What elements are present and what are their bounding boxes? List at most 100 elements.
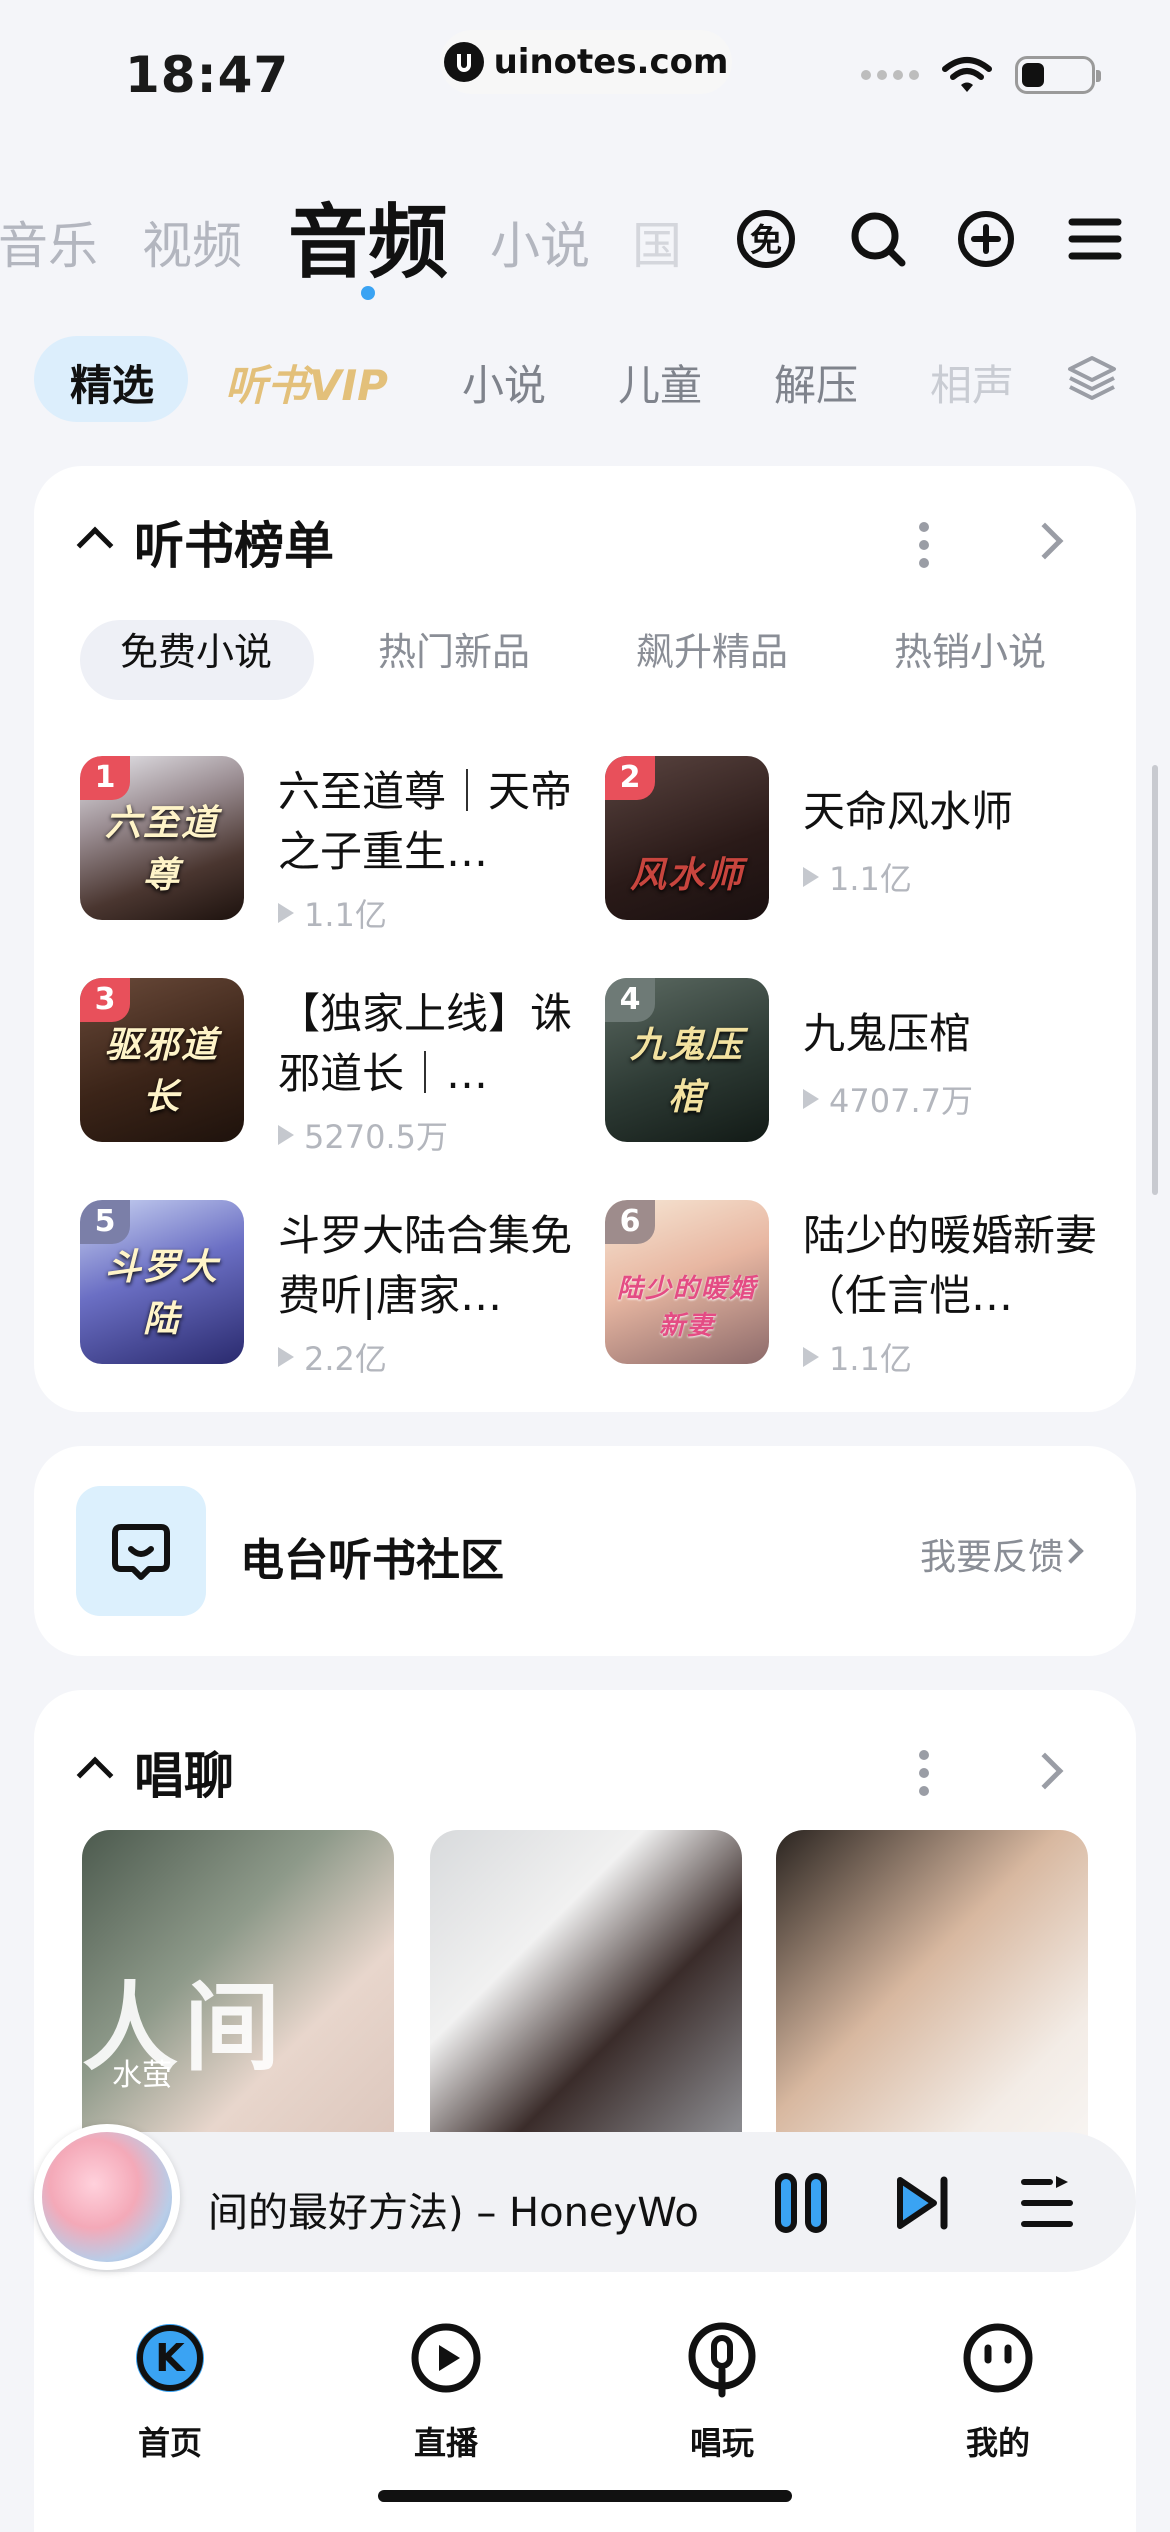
play-count: 4707.7万 xyxy=(803,1076,973,1122)
tab-partial[interactable]: 国 xyxy=(632,206,682,278)
list-item[interactable]: 风水师 2 天命风水师 1.1亿 xyxy=(605,756,1125,926)
rank-tab-free[interactable]: 免费小说 xyxy=(120,621,272,676)
photo-subtext: 水萤 xyxy=(112,2058,172,2093)
cover-image: 斗罗大陆 5 xyxy=(80,1200,244,1364)
list-item[interactable]: 六至道尊 1 六至道尊｜天帝之子重生… 1.1亿 xyxy=(80,756,600,934)
play-icon xyxy=(278,903,294,923)
svg-text:免: 免 xyxy=(750,221,782,259)
menu-icon[interactable] xyxy=(1064,208,1126,270)
tab-audio[interactable]: 音频 xyxy=(288,178,448,294)
bottom-tab-label: 唱玩 xyxy=(689,2424,754,2462)
list-item[interactable]: 陆少的暖婚新妻 6 陆少的暖婚新妻（任言恺… 1.1亿 xyxy=(605,1200,1125,1378)
play-icon xyxy=(278,1347,294,1367)
bottom-tab-label: 首页 xyxy=(137,2424,202,2462)
play-count: 5270.5万 xyxy=(278,1112,448,1158)
search-icon[interactable] xyxy=(847,208,909,270)
rank-badge: 5 xyxy=(80,1200,130,1244)
tab-music[interactable]: 音乐 xyxy=(0,206,98,278)
play-icon xyxy=(278,1125,294,1145)
rank-badge: 2 xyxy=(605,756,655,800)
bottom-tab-me[interactable]: 我的 xyxy=(938,2318,1058,2464)
bottom-tab-label: 直播 xyxy=(413,2424,478,2462)
item-title: 陆少的暖婚新妻（任言恺… xyxy=(803,1211,1098,1320)
microphone-icon xyxy=(688,2322,756,2398)
item-title: 【独家上线】诛邪道长｜… xyxy=(278,989,573,1098)
battery-icon xyxy=(1015,56,1101,94)
face-icon xyxy=(963,2323,1033,2393)
ranking-card: 听书榜单 免费小说 热门新品 飙升精品 热销小说 六至道尊 1 六至道尊｜天帝之… xyxy=(34,466,1136,1412)
next-track-icon[interactable] xyxy=(892,2172,954,2234)
cover-image: 六至道尊 1 xyxy=(80,756,244,920)
status-icons xyxy=(861,55,1101,95)
cover-title: 六至道尊 xyxy=(104,803,219,896)
item-title: 六至道尊｜天帝之子重生… xyxy=(278,767,573,876)
layers-icon[interactable] xyxy=(1066,352,1118,404)
rank-badge: 1 xyxy=(80,756,130,800)
bottom-tab-home[interactable]: K 首页 xyxy=(110,2318,230,2464)
chevron-right-icon[interactable] xyxy=(1026,1752,1064,1790)
list-item[interactable]: 九鬼压棺 4 九鬼压棺 4707.7万 xyxy=(605,978,1125,1148)
play-icon xyxy=(803,1347,819,1367)
tab-video[interactable]: 视频 xyxy=(142,206,242,278)
list-item[interactable]: 斗罗大陆 5 斗罗大陆合集免费听|唐家… 2.2亿 xyxy=(80,1200,600,1378)
add-icon[interactable] xyxy=(955,208,1017,270)
feedback-link[interactable]: 我要反馈 xyxy=(920,1528,1064,1580)
tab-novel[interactable]: 小说 xyxy=(490,206,590,278)
more-icon[interactable] xyxy=(919,1750,929,1804)
rank-tab-bestseller[interactable]: 热销小说 xyxy=(894,621,1046,676)
community-title: 电台听书社区 xyxy=(240,1535,504,1586)
rank-tab-rising[interactable]: 飙升精品 xyxy=(636,621,788,676)
cover-title: 斗罗大陆 xyxy=(104,1247,219,1340)
bottom-tab-live[interactable]: 直播 xyxy=(386,2318,506,2464)
playlist-icon[interactable] xyxy=(1016,2172,1078,2234)
cover-title: 陆少的暖婚新妻 xyxy=(616,1274,757,1341)
play-count: 2.2亿 xyxy=(278,1334,387,1380)
cover-title: 驱邪道长 xyxy=(104,1025,219,1118)
bottom-tab-sing[interactable]: 唱玩 xyxy=(662,2318,782,2464)
play-circle-icon xyxy=(411,2323,481,2393)
more-icon[interactable] xyxy=(919,522,929,576)
chat-title: 唱聊 xyxy=(134,1747,234,1805)
item-title: 斗罗大陆合集免费听|唐家… xyxy=(278,1211,573,1320)
subtab-crosstalk[interactable]: 相声 xyxy=(930,352,1014,413)
cover-image: 陆少的暖婚新妻 6 xyxy=(605,1200,769,1364)
cover-title: 九鬼压棺 xyxy=(629,1025,744,1118)
item-title: 天命风水师 xyxy=(803,787,1014,836)
k-logo-icon: K xyxy=(136,2324,204,2392)
collapse-icon[interactable] xyxy=(76,1756,114,1794)
ranking-title: 听书榜单 xyxy=(134,517,334,575)
item-title: 九鬼压棺 xyxy=(803,1009,972,1058)
active-tab-indicator xyxy=(361,286,375,300)
status-time: 18:47 xyxy=(125,46,290,104)
play-icon xyxy=(803,1089,819,1109)
rank-tab-new[interactable]: 热门新品 xyxy=(378,621,530,676)
wifi-icon xyxy=(942,57,992,92)
chevron-right-icon[interactable] xyxy=(1026,522,1064,560)
svg-text:K: K xyxy=(155,2336,186,2380)
rank-badge: 6 xyxy=(605,1200,655,1244)
subtab-featured[interactable]: 精选 xyxy=(70,352,154,413)
url-pill[interactable]: uinotes.com xyxy=(440,30,732,94)
scrollbar[interactable] xyxy=(1152,765,1158,1195)
community-card[interactable]: 电台听书社区 我要反馈 xyxy=(34,1446,1136,1656)
subtab-relax[interactable]: 解压 xyxy=(774,352,858,413)
url-text: uinotes.com xyxy=(493,42,729,82)
site-icon xyxy=(443,42,484,82)
cover-image: 九鬼压棺 4 xyxy=(605,978,769,1142)
now-playing-title[interactable]: 间的最好方法) – HoneyWo xyxy=(208,2180,708,2238)
collapse-icon[interactable] xyxy=(76,526,114,564)
play-count: 1.1亿 xyxy=(803,854,912,900)
rank-badge: 4 xyxy=(605,978,655,1022)
list-item[interactable]: 驱邪道长 3 【独家上线】诛邪道长｜… 5270.5万 xyxy=(80,978,600,1156)
free-icon[interactable]: 免 xyxy=(735,208,797,270)
rank-badge: 3 xyxy=(80,978,130,1022)
album-art[interactable] xyxy=(34,2124,180,2270)
subtab-kids[interactable]: 儿童 xyxy=(618,352,702,413)
pause-icon[interactable] xyxy=(770,2172,832,2234)
subtab-novel[interactable]: 小说 xyxy=(462,352,546,413)
cover-image: 驱邪道长 3 xyxy=(80,978,244,1142)
subtab-vip[interactable]: 听书VIP xyxy=(225,352,388,413)
home-indicator xyxy=(378,2490,792,2502)
play-count: 1.1亿 xyxy=(278,890,387,936)
bottom-tab-label: 我的 xyxy=(965,2424,1030,2462)
